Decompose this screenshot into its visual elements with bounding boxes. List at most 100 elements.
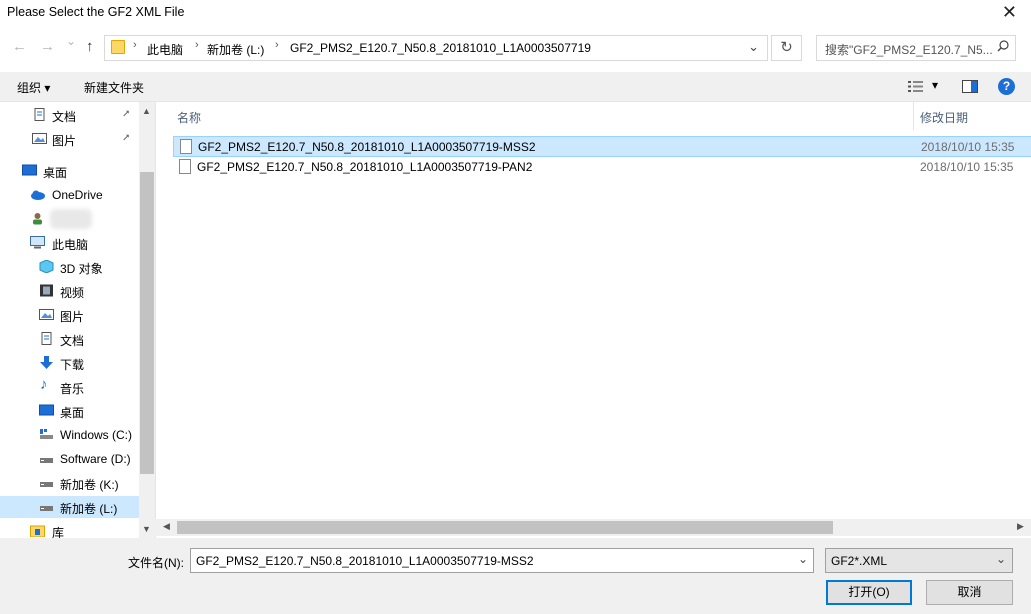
command-bar: 组织 ▾ 新建文件夹 ▾ ?: [0, 72, 1031, 102]
drive-icon: [40, 458, 53, 463]
chevron-down-icon[interactable]: ⌄: [798, 552, 808, 566]
sidebar-item-onedrive[interactable]: OneDrive: [0, 184, 139, 206]
forward-icon[interactable]: →: [40, 38, 55, 55]
breadcrumb-folder[interactable]: GF2_PMS2_E120.7_N50.8_20181010_L1A000350…: [290, 41, 591, 55]
scroll-left-icon[interactable]: ◀: [163, 521, 170, 532]
sidebar-item-drive-d[interactable]: Software (D:): [0, 448, 139, 470]
sidebar-item-pictures-quick[interactable]: 图片 ⭧: [0, 128, 139, 150]
recent-locations-icon[interactable]: ⌄: [66, 34, 76, 48]
help-icon[interactable]: ?: [998, 78, 1015, 95]
user-icon: [33, 213, 42, 225]
file-list: 名称 修改日期 GF2_PMS2_E120.7_N50.8_20181010_L…: [155, 102, 1031, 538]
search-icon: [997, 40, 1009, 52]
table-row[interactable]: GF2_PMS2_E120.7_N50.8_20181010_L1A000350…: [173, 157, 1031, 178]
3d-objects-icon: [39, 260, 54, 273]
sidebar-item-drive-l[interactable]: 新加卷 (L:): [0, 496, 139, 518]
chevron-down-icon[interactable]: ⌄: [748, 39, 759, 55]
column-header-modified[interactable]: 修改日期: [920, 109, 968, 126]
chevron-down-icon: ⌄: [995, 552, 1006, 566]
horizontal-scrollbar[interactable]: ◀ ▶: [155, 519, 1031, 536]
file-date: 2018/10/10 15:35: [920, 160, 1014, 174]
picture-icon: [32, 133, 47, 144]
sidebar-item-desktop[interactable]: 桌面: [0, 400, 139, 422]
desktop-icon: [22, 164, 37, 176]
breadcrumb-drive-l[interactable]: 新加卷 (L:): [207, 41, 264, 58]
windows-drive-icon: [40, 429, 53, 439]
filename-value: GF2_PMS2_E120.7_N50.8_20181010_L1A000350…: [196, 554, 534, 568]
folder-icon: [111, 40, 125, 54]
sidebar-item-label: 此电脑: [52, 238, 89, 252]
scroll-thumb[interactable]: [177, 521, 833, 534]
address-bar[interactable]: › 此电脑 › 新加卷 (L:) › GF2_PMS2_E120.7_N50.8…: [104, 35, 768, 61]
music-icon: ♪: [40, 376, 48, 393]
cloud-icon: [31, 190, 45, 200]
sidebar-item-label: 图片: [60, 310, 85, 324]
file-date: 2018/10/10 15:35: [921, 140, 1015, 154]
sidebar-item-label: 下载: [60, 358, 85, 372]
sidebar-item-label: OneDrive: [52, 188, 103, 202]
sidebar-scrollbar[interactable]: ▲ ▼: [139, 102, 155, 538]
sidebar-item-documents-quick[interactable]: 文档 ⭧: [0, 104, 139, 126]
sidebar-item-label: 新加卷 (L:): [60, 502, 118, 516]
column-divider[interactable]: [913, 102, 914, 130]
cancel-button[interactable]: 取消: [926, 580, 1013, 605]
sidebar-item-documents[interactable]: 文档: [0, 328, 139, 350]
sidebar-item-3d-objects[interactable]: 3D 对象: [0, 256, 139, 278]
filename-field[interactable]: GF2_PMS2_E120.7_N50.8_20181010_L1A000350…: [190, 548, 814, 573]
sidebar-item-videos[interactable]: 视频: [0, 280, 139, 302]
video-icon: [40, 284, 53, 297]
sidebar-item-label: 桌面: [43, 166, 68, 180]
search-input[interactable]: 搜索"GF2_PMS2_E120.7_N5...: [816, 35, 1016, 61]
desktop-icon: [39, 404, 54, 416]
sidebar-item-pictures[interactable]: 图片: [0, 304, 139, 326]
chevron-right-icon: ›: [133, 39, 137, 51]
table-row[interactable]: GF2_PMS2_E120.7_N50.8_20181010_L1A000350…: [173, 136, 1031, 157]
sidebar-item-label: 桌面: [60, 406, 85, 420]
pin-icon: ⭧: [123, 133, 130, 144]
chevron-right-icon: ›: [275, 39, 279, 51]
scroll-up-icon[interactable]: ▲: [142, 106, 151, 116]
open-button[interactable]: 打开(O): [826, 580, 912, 605]
refresh-button[interactable]: ↻: [771, 35, 802, 61]
organize-menu[interactable]: 组织 ▾: [17, 79, 50, 96]
document-icon: [34, 108, 45, 121]
back-icon[interactable]: ←: [12, 38, 27, 55]
sidebar-item-label: Windows (C:): [60, 428, 133, 442]
column-header-name[interactable]: 名称: [177, 109, 201, 126]
sidebar-item-label: 3D 对象: [60, 262, 103, 276]
scroll-right-icon[interactable]: ▶: [1017, 521, 1024, 532]
sidebar-item-downloads[interactable]: 下载: [0, 352, 139, 374]
sidebar-item-user[interactable]: [0, 208, 139, 230]
drive-icon: [40, 506, 53, 511]
window-title: Please Select the GF2 XML File: [7, 5, 185, 19]
sidebar-item-this-pc[interactable]: 此电脑: [0, 232, 139, 254]
sidebar-item-drive-k[interactable]: 新加卷 (K:): [0, 472, 139, 494]
up-icon[interactable]: ↑: [86, 38, 94, 55]
dialog-footer: 文件名(N): GF2_PMS2_E120.7_N50.8_20181010_L…: [0, 538, 1031, 614]
sidebar-item-label: 文档: [52, 110, 77, 124]
sidebar-item-label: 视频: [60, 286, 85, 300]
sidebar-item-drive-c[interactable]: Windows (C:): [0, 424, 139, 446]
scroll-down-icon[interactable]: ▼: [142, 524, 151, 534]
search-placeholder: 搜索"GF2_PMS2_E120.7_N5...: [825, 43, 993, 57]
file-type-value: GF2*.XML: [831, 554, 888, 568]
picture-icon: [39, 309, 54, 320]
library-icon: [30, 525, 45, 537]
sidebar-item-label: 库: [52, 526, 65, 538]
sidebar-item-desktop-top[interactable]: 桌面: [0, 160, 139, 182]
computer-icon: [30, 236, 45, 249]
view-options-icon[interactable]: [908, 80, 924, 93]
file-icon: [179, 159, 191, 174]
scroll-thumb[interactable]: [140, 172, 154, 474]
user-name-blurred: [50, 209, 92, 229]
close-button[interactable]: ✕: [1002, 2, 1017, 23]
breadcrumb-this-pc[interactable]: 此电脑: [147, 41, 183, 58]
chevron-right-icon: ›: [195, 39, 199, 51]
download-icon: [40, 356, 53, 369]
new-folder-button[interactable]: 新建文件夹: [84, 79, 144, 96]
preview-pane-icon[interactable]: [962, 80, 978, 93]
sidebar-item-music[interactable]: ♪ 音乐: [0, 376, 139, 398]
file-type-select[interactable]: GF2*.XML ⌄: [825, 548, 1013, 573]
view-dropdown[interactable]: ▾: [932, 78, 938, 92]
sidebar-item-libraries[interactable]: 库: [0, 520, 139, 538]
